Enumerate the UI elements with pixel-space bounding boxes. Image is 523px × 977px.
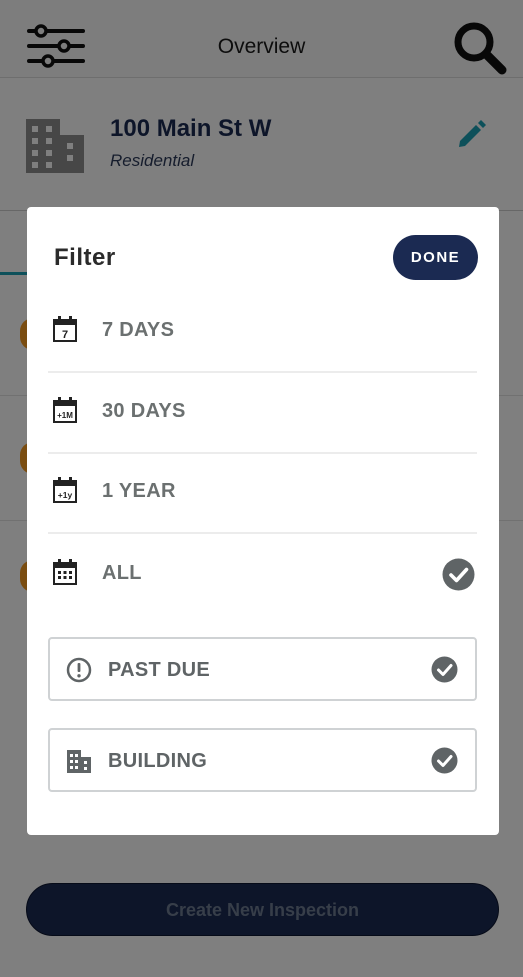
svg-text:7: 7 (62, 329, 68, 341)
dialog-title: Filter (54, 244, 116, 271)
building-toggle[interactable]: BUILDING (48, 728, 477, 792)
filter-option-label: ALL (102, 562, 142, 584)
toggle-label: BUILDING (108, 750, 208, 772)
toggle-label: PAST DUE (108, 659, 211, 681)
calendar-1y-icon: +1y (53, 477, 77, 503)
filter-option-1-year[interactable]: +1y 1 YEAR (48, 452, 477, 532)
filter-option-30-days[interactable]: +1M 30 DAYS (48, 372, 477, 452)
filter-dialog: Filter DONE 7 7 DAYS +1M 30 DAYS +1y 1 Y… (27, 207, 499, 835)
filter-option-label: 1 YEAR (102, 480, 176, 502)
calendar-all-icon (53, 559, 77, 585)
done-button[interactable]: DONE (393, 235, 478, 280)
filter-option-7-days[interactable]: 7 7 DAYS (48, 291, 477, 371)
check-circle-icon (431, 747, 458, 774)
filter-option-label: 7 DAYS (102, 319, 175, 341)
filter-option-label: 30 DAYS (102, 400, 186, 422)
calendar-1m-icon: +1M (53, 397, 77, 423)
past-due-toggle[interactable]: PAST DUE (48, 637, 477, 701)
check-circle-icon (442, 558, 475, 591)
svg-text:+1M: +1M (57, 411, 73, 420)
building-icon (67, 750, 91, 773)
check-circle-icon (431, 656, 458, 683)
svg-text:+1y: +1y (58, 490, 73, 500)
calendar-7-icon: 7 (53, 316, 77, 342)
alert-circle-icon (66, 657, 92, 683)
filter-option-all[interactable]: ALL (48, 534, 477, 614)
